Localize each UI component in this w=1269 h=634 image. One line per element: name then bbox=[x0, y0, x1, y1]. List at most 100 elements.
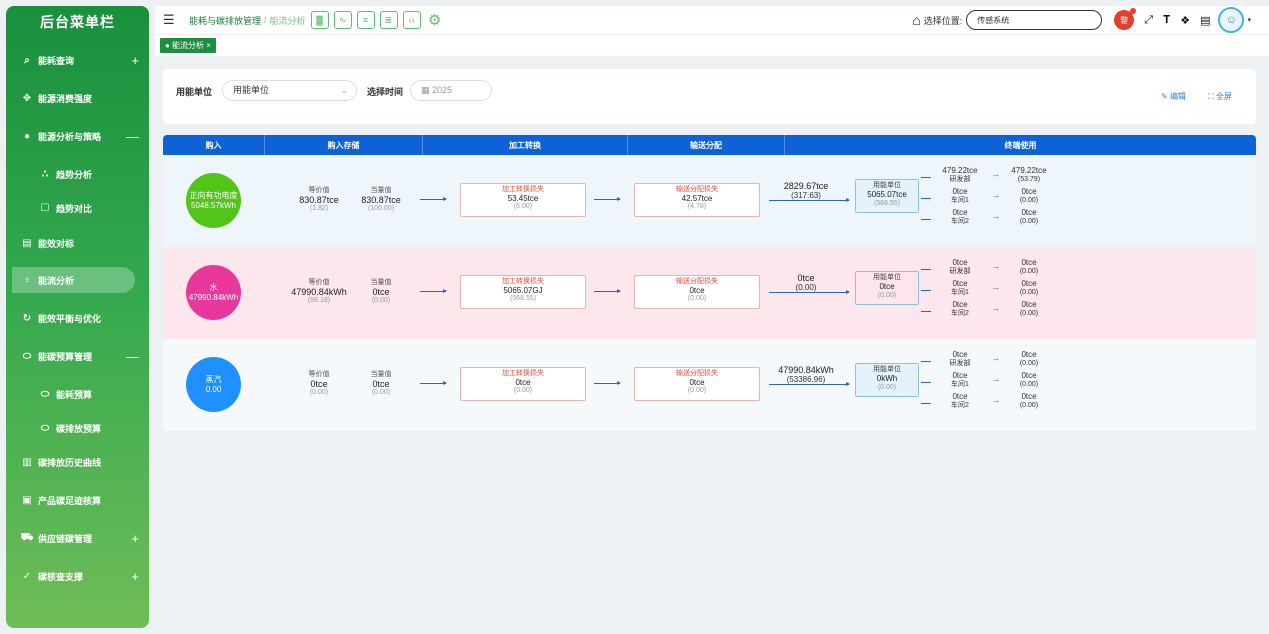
distribution-loss-box[interactable]: 输送分配损失 0tce (0.00) bbox=[634, 367, 760, 401]
distribution-loss-box[interactable]: 输送分配损失 0tce (0.00) bbox=[634, 275, 760, 309]
end-use-item[interactable]: 0tce 车间2 bbox=[933, 300, 987, 317]
sidebar-item-energy-query[interactable]: ⌕ 能耗查询 + bbox=[12, 47, 139, 73]
conversion-loss-box[interactable]: 加工转换损失 53.45tce (6.00) bbox=[460, 183, 586, 217]
sidebar-item-carbon-verification[interactable]: ✓ 碳核查支撑 + bbox=[12, 563, 139, 589]
sidebar-item-consumption-intensity[interactable]: ✥ 能源消费强度 bbox=[12, 85, 135, 111]
energy-unit-box[interactable]: 用能单位 0tce (0.00) bbox=[855, 271, 919, 305]
energy-unit-name: 用能单位 bbox=[873, 366, 901, 373]
distribution-loss-box[interactable]: 输送分配损失 42.57tce (4.78) bbox=[634, 183, 760, 217]
end-use-item[interactable]: 0tce 车间2 bbox=[933, 208, 987, 225]
theme-icon[interactable]: ❖ bbox=[1180, 14, 1190, 27]
end-use-item[interactable]: 0tce 研发部 bbox=[933, 350, 987, 367]
current-label: 当量值 bbox=[370, 371, 392, 378]
end-use-value: 0tce bbox=[952, 392, 968, 401]
source-circle[interactable]: 蒸汽 0.00 bbox=[186, 357, 241, 412]
fullscreen-button[interactable]: ⛶ 全屏 bbox=[1208, 91, 1232, 102]
expand-icon[interactable]: + bbox=[131, 53, 139, 68]
energy-unit-box[interactable]: 用能单位 5065.07tce (568.55) bbox=[855, 179, 919, 213]
unit-select[interactable]: 用能单位 ⌄ bbox=[222, 80, 357, 101]
edit-button[interactable]: ✎ 编辑 bbox=[1161, 91, 1186, 102]
distribution-loss-label: 输送分配损失 bbox=[676, 370, 718, 377]
end-use-item[interactable]: 479.22tce 研发部 bbox=[933, 166, 987, 183]
end-use-item[interactable]: 0tce 研发部 bbox=[933, 258, 987, 275]
flow-arrow bbox=[769, 382, 850, 386]
flow-arrow bbox=[769, 198, 850, 202]
distribution-loss-percent: (0.00) bbox=[687, 387, 707, 395]
sidebar-item-budget-management[interactable]: ⬭ 能碳预算管理 — bbox=[12, 343, 139, 369]
menu-toggle-icon[interactable]: ☰ bbox=[163, 12, 183, 28]
end-use-output-value: 479.22tce bbox=[1011, 166, 1047, 175]
conversion-loss-box[interactable]: 加工转换损失 5065.07GJ (568.55) bbox=[460, 275, 586, 309]
sidebar-item-label: 碳排放历史曲线 bbox=[38, 457, 102, 468]
flow-row: 水 47990.84kWh 等价值 47990.84kWh (98.18) 当量值 0tce… bbox=[163, 247, 1256, 339]
monitor-icon[interactable]: ∿ bbox=[333, 11, 352, 29]
arrow-right-icon: → bbox=[991, 353, 1000, 363]
location-select[interactable]: 传感系统 bbox=[966, 10, 1103, 30]
sidebar-item-energy-flow[interactable]: ♀ 能流分析 bbox=[12, 267, 135, 293]
end-use-item[interactable]: 0tce 车间2 bbox=[933, 392, 987, 409]
source-circle[interactable]: 水 47990.84kWh bbox=[186, 265, 241, 320]
alarm-icon[interactable]: 警 bbox=[1114, 8, 1137, 30]
avatar[interactable]: ☺ bbox=[1218, 7, 1245, 33]
dashboard-icon[interactable]: ▓ bbox=[310, 11, 329, 29]
home-icon[interactable]: ⌂ bbox=[912, 12, 920, 28]
report-icon[interactable]: ≣ bbox=[379, 11, 398, 29]
expand-icon[interactable]: + bbox=[131, 569, 139, 584]
end-use-item[interactable]: 0tce 车间1 bbox=[933, 371, 987, 388]
distribution-loss-value: 0tce bbox=[689, 378, 705, 388]
end-use-output-percent: (0.00) bbox=[1019, 217, 1039, 225]
end-use-value: 479.22tce bbox=[942, 166, 978, 175]
end-use-output-value: 0tce bbox=[1021, 208, 1037, 217]
end-use-name: 车间2 bbox=[951, 401, 969, 409]
conversion-loss-value: 53.45tce bbox=[507, 194, 539, 204]
sidebar-item-carbon-budget[interactable]: ⬭ 碳排放预算 bbox=[12, 415, 135, 441]
benchmark-icon: ▤ bbox=[22, 237, 32, 249]
conversion-loss-label: 加工转换损失 bbox=[502, 186, 544, 193]
sidebar-item-trend-analysis[interactable]: ∴ 趋势分析 bbox=[12, 161, 135, 187]
font-size-icon[interactable]: 𝐓 bbox=[1163, 14, 1170, 27]
end-use-value: 0tce bbox=[952, 279, 968, 288]
sidebar-item-label: 能耗预算 bbox=[56, 389, 93, 400]
energy-unit-percent: (568.55) bbox=[873, 199, 901, 207]
conversion-loss-box[interactable]: 加工转换损失 0tce (0.00) bbox=[460, 367, 586, 401]
sidebar-item-label: 趋势对比 bbox=[56, 203, 93, 214]
expand-icon[interactable]: + bbox=[131, 531, 139, 546]
fullscreen-icon[interactable]: ⤢ bbox=[1144, 14, 1153, 27]
sidebar-item-analysis-strategy[interactable]: ● 能源分析与策略 — bbox=[12, 123, 139, 149]
arrow-right-icon: → bbox=[991, 374, 1000, 384]
distribution-loss-percent: (4.78) bbox=[687, 203, 707, 211]
file-icon[interactable]: ▤ bbox=[1200, 14, 1210, 27]
tab-energy-flow[interactable]: ● 能流分析 × bbox=[160, 38, 216, 53]
sidebar-item-benchmark[interactable]: ▤ 能效对标 bbox=[12, 230, 135, 256]
breadcrumb-root[interactable]: 能耗与碳排放管理 bbox=[189, 14, 261, 27]
current-value: 当量值 0tce (0.00) bbox=[353, 279, 409, 305]
end-use-name: 车间2 bbox=[951, 309, 969, 317]
time-picker[interactable]: ▦ 2025 bbox=[410, 80, 492, 101]
end-use-item[interactable]: 0tce 车间1 bbox=[933, 279, 987, 296]
end-use-output: 0tce (0.00) bbox=[1003, 187, 1055, 204]
collapse-icon[interactable]: — bbox=[126, 349, 139, 364]
sidebar-item-carbon-history[interactable]: ▥ 碳排放历史曲线 bbox=[12, 449, 135, 475]
source-circle[interactable]: 正向有功电度 5048.57kWh bbox=[186, 173, 241, 228]
source-name: 蒸汽 bbox=[205, 375, 222, 385]
sidebar-item-energy-budget[interactable]: ⬭ 能耗预算 bbox=[12, 381, 135, 407]
settings-icon[interactable]: ⚙ bbox=[426, 11, 444, 29]
collapse-icon[interactable]: — bbox=[126, 129, 139, 144]
document-icon[interactable]: ≡ bbox=[356, 11, 375, 29]
branch-line bbox=[921, 219, 931, 220]
end-use-item[interactable]: 0tce 车间1 bbox=[933, 187, 987, 204]
sidebar-item-supply-chain[interactable]: ⛟ 供应链碳管理 + bbox=[12, 525, 139, 551]
code-icon[interactable]: ‹› bbox=[402, 11, 421, 29]
chevron-down-icon[interactable]: ▾ bbox=[1247, 16, 1251, 24]
sidebar-item-product-footprint[interactable]: ▣ 产品碳足迹核算 bbox=[12, 487, 135, 513]
bulb-icon: ● bbox=[23, 130, 31, 142]
current-amount: 0tce bbox=[372, 379, 390, 390]
end-use-name: 车间1 bbox=[951, 380, 969, 388]
energy-unit-percent: (0.00) bbox=[877, 383, 897, 391]
sidebar-item-balance-optimize[interactable]: ↻ 能效平衡与优化 bbox=[12, 305, 135, 331]
header-end-use: 终端使用 bbox=[785, 135, 1256, 155]
distribution-loss-label: 输送分配损失 bbox=[676, 186, 718, 193]
sidebar-item-trend-compare[interactable]: ☐ 趋势对比 bbox=[12, 195, 135, 221]
energy-unit-box[interactable]: 用能单位 0kWh (0.00) bbox=[855, 363, 919, 397]
end-use-output-value: 0tce bbox=[1021, 371, 1037, 380]
